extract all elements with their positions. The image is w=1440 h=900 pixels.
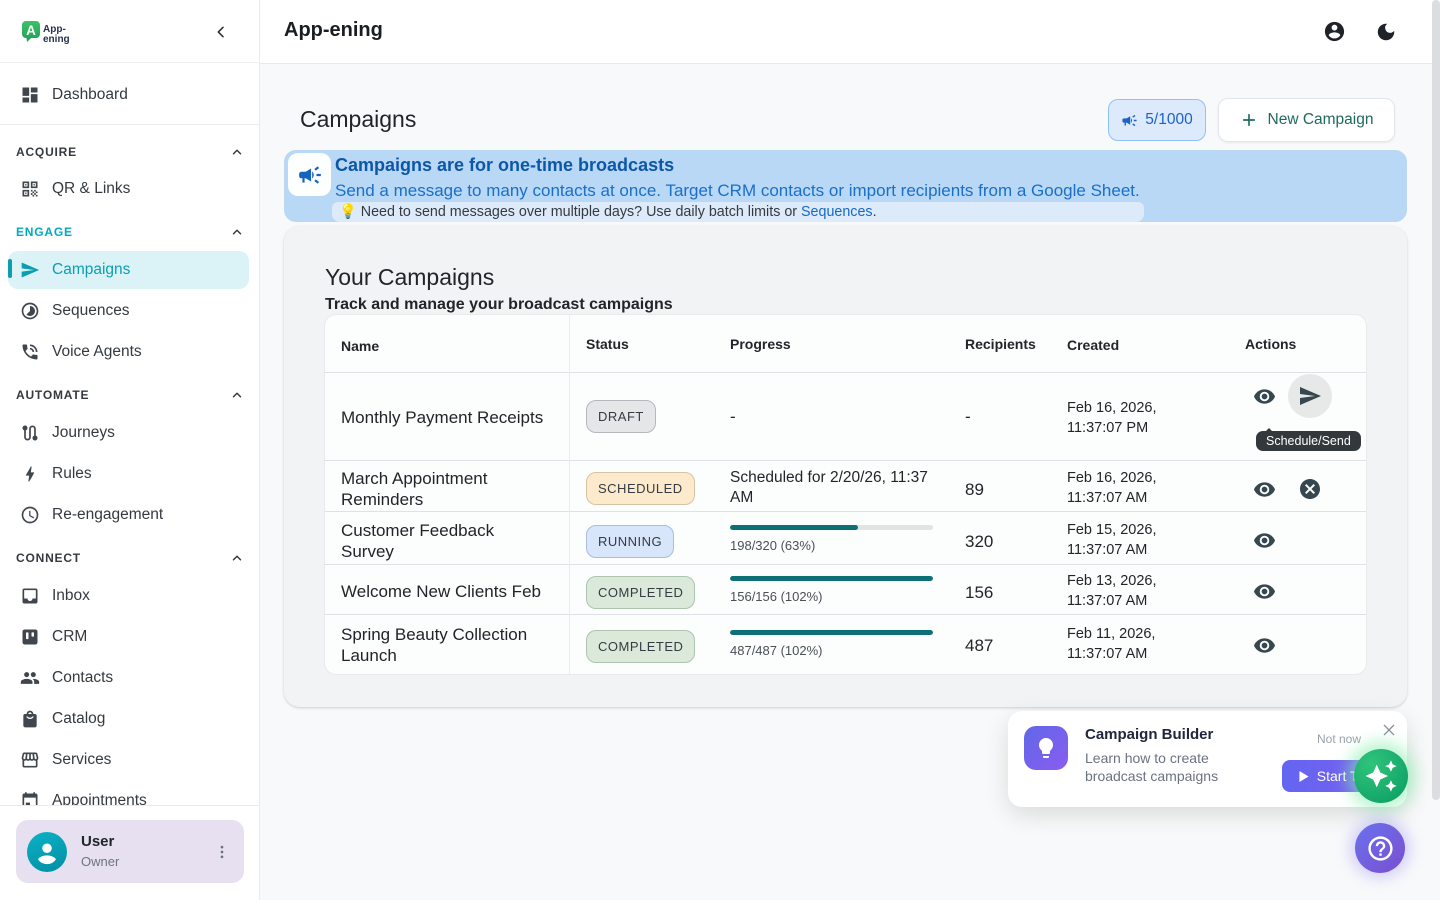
svg-text:A: A: [26, 23, 36, 38]
